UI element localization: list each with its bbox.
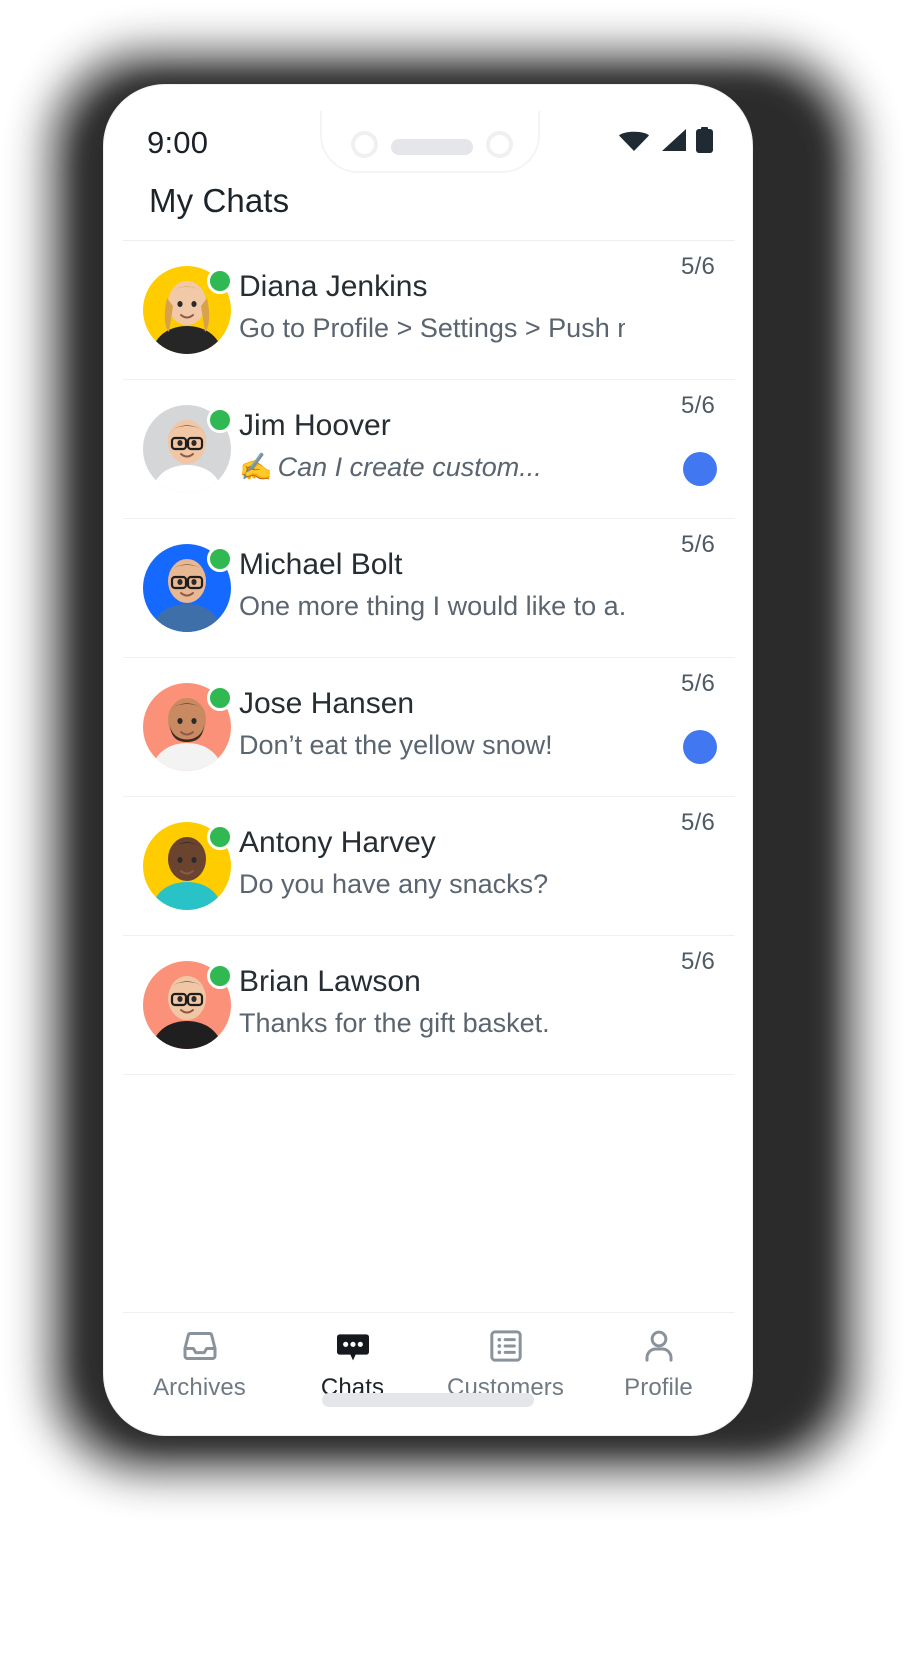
nav-item-label: Archives xyxy=(153,1374,246,1401)
phone-notch xyxy=(320,111,540,173)
chat-list-item[interactable]: Michael Bolt One more thing I would like… xyxy=(123,519,735,658)
chat-list-item[interactable]: Antony Harvey Do you have any snacks? 5/… xyxy=(123,797,735,936)
avatar[interactable] xyxy=(143,683,233,771)
avatar[interactable] xyxy=(143,544,233,632)
chat-preview-message: Do you have any snacks? xyxy=(239,869,549,899)
earpiece-speaker xyxy=(391,139,473,155)
front-camera-icon xyxy=(351,131,378,158)
avatar[interactable] xyxy=(143,405,233,493)
chat-timestamp: 5/6 xyxy=(681,948,715,975)
status-bar-clock: 9:00 xyxy=(147,125,209,160)
chat-preview-message: Don’t eat the yellow snow! xyxy=(239,730,553,760)
avatar[interactable] xyxy=(143,822,233,910)
chat-contact-name: Diana Jenkins xyxy=(239,270,428,303)
nav-item-profile[interactable]: Profile xyxy=(582,1313,735,1411)
sensor-icon xyxy=(486,131,513,158)
chat-item-text: Michael Bolt One more thing I would like… xyxy=(239,545,625,627)
chat-list[interactable]: Diana Jenkins Go to Profile > Settings >… xyxy=(123,241,735,1312)
chat-item-text: Diana Jenkins Go to Profile > Settings >… xyxy=(239,267,625,349)
online-status-indicator xyxy=(207,407,233,433)
chat-list-item[interactable]: Jim Hoover ✍️ Can I create custom... 5/6 xyxy=(123,380,735,519)
chat-item-text: Antony Harvey Do you have any snacks? xyxy=(239,823,625,905)
online-status-indicator xyxy=(207,824,233,850)
chat-timestamp: 5/6 xyxy=(681,531,715,558)
status-bar: 9:00 xyxy=(123,111,735,177)
chat-preview-message: One more thing I would like to a... xyxy=(239,591,625,621)
chat-timestamp: 5/6 xyxy=(681,253,715,280)
chat-contact-name: Brian Lawson xyxy=(239,965,421,998)
nav-item-label: Profile xyxy=(624,1374,693,1401)
chat-timestamp: 5/6 xyxy=(681,809,715,836)
chat-bubble-icon xyxy=(333,1326,373,1366)
chat-timestamp: 5/6 xyxy=(681,670,715,697)
page-title: My Chats xyxy=(149,182,290,219)
chat-preview-message: Go to Profile > Settings > Push notifica… xyxy=(239,313,625,343)
online-status-indicator xyxy=(207,268,233,294)
chat-contact-name: Jim Hoover xyxy=(239,409,391,442)
cellular-signal-icon xyxy=(659,128,687,157)
archive-tray-icon xyxy=(180,1326,220,1366)
list-icon xyxy=(486,1326,526,1366)
chat-contact-name: Antony Harvey xyxy=(239,826,436,859)
chat-list-item[interactable]: Brian Lawson Thanks for the gift basket.… xyxy=(123,936,735,1075)
online-status-indicator xyxy=(207,685,233,711)
nav-item-archives[interactable]: Archives xyxy=(123,1313,276,1411)
chat-preview-message: ✍️ Can I create custom... xyxy=(239,452,542,482)
chat-item-text: Brian Lawson Thanks for the gift basket. xyxy=(239,962,625,1044)
battery-icon xyxy=(696,127,713,158)
avatar[interactable] xyxy=(143,266,233,354)
online-status-indicator xyxy=(207,963,233,989)
chat-item-text: Jose Hansen Don’t eat the yellow snow! xyxy=(239,684,625,766)
avatar[interactable] xyxy=(143,961,233,1049)
chat-list-item[interactable]: Diana Jenkins Go to Profile > Settings >… xyxy=(123,241,735,380)
chat-timestamp: 5/6 xyxy=(681,392,715,419)
page-header: My Chats xyxy=(123,177,735,240)
chat-list-item[interactable]: Jose Hansen Don’t eat the yellow snow! 5… xyxy=(123,658,735,797)
unread-badge[interactable] xyxy=(683,452,717,486)
typing-indicator-icon: ✍️ xyxy=(239,452,273,482)
chat-contact-name: Jose Hansen xyxy=(239,687,415,720)
chat-preview-message: Thanks for the gift basket. xyxy=(239,1008,550,1038)
screenshot-stage: 9:00 My Chats Diana Jenkins Go to Profil… xyxy=(0,0,906,1663)
home-indicator[interactable] xyxy=(322,1393,534,1407)
phone-screen: 9:00 My Chats Diana Jenkins Go to Profil… xyxy=(123,111,735,1411)
online-status-indicator xyxy=(207,546,233,572)
phone-device-frame: 9:00 My Chats Diana Jenkins Go to Profil… xyxy=(103,84,753,1436)
person-icon xyxy=(639,1326,679,1366)
chat-item-text: Jim Hoover ✍️ Can I create custom... xyxy=(239,406,625,488)
status-bar-icons xyxy=(618,127,713,158)
wifi-icon xyxy=(618,128,650,157)
chat-contact-name: Michael Bolt xyxy=(239,548,403,581)
unread-badge[interactable] xyxy=(683,730,717,764)
